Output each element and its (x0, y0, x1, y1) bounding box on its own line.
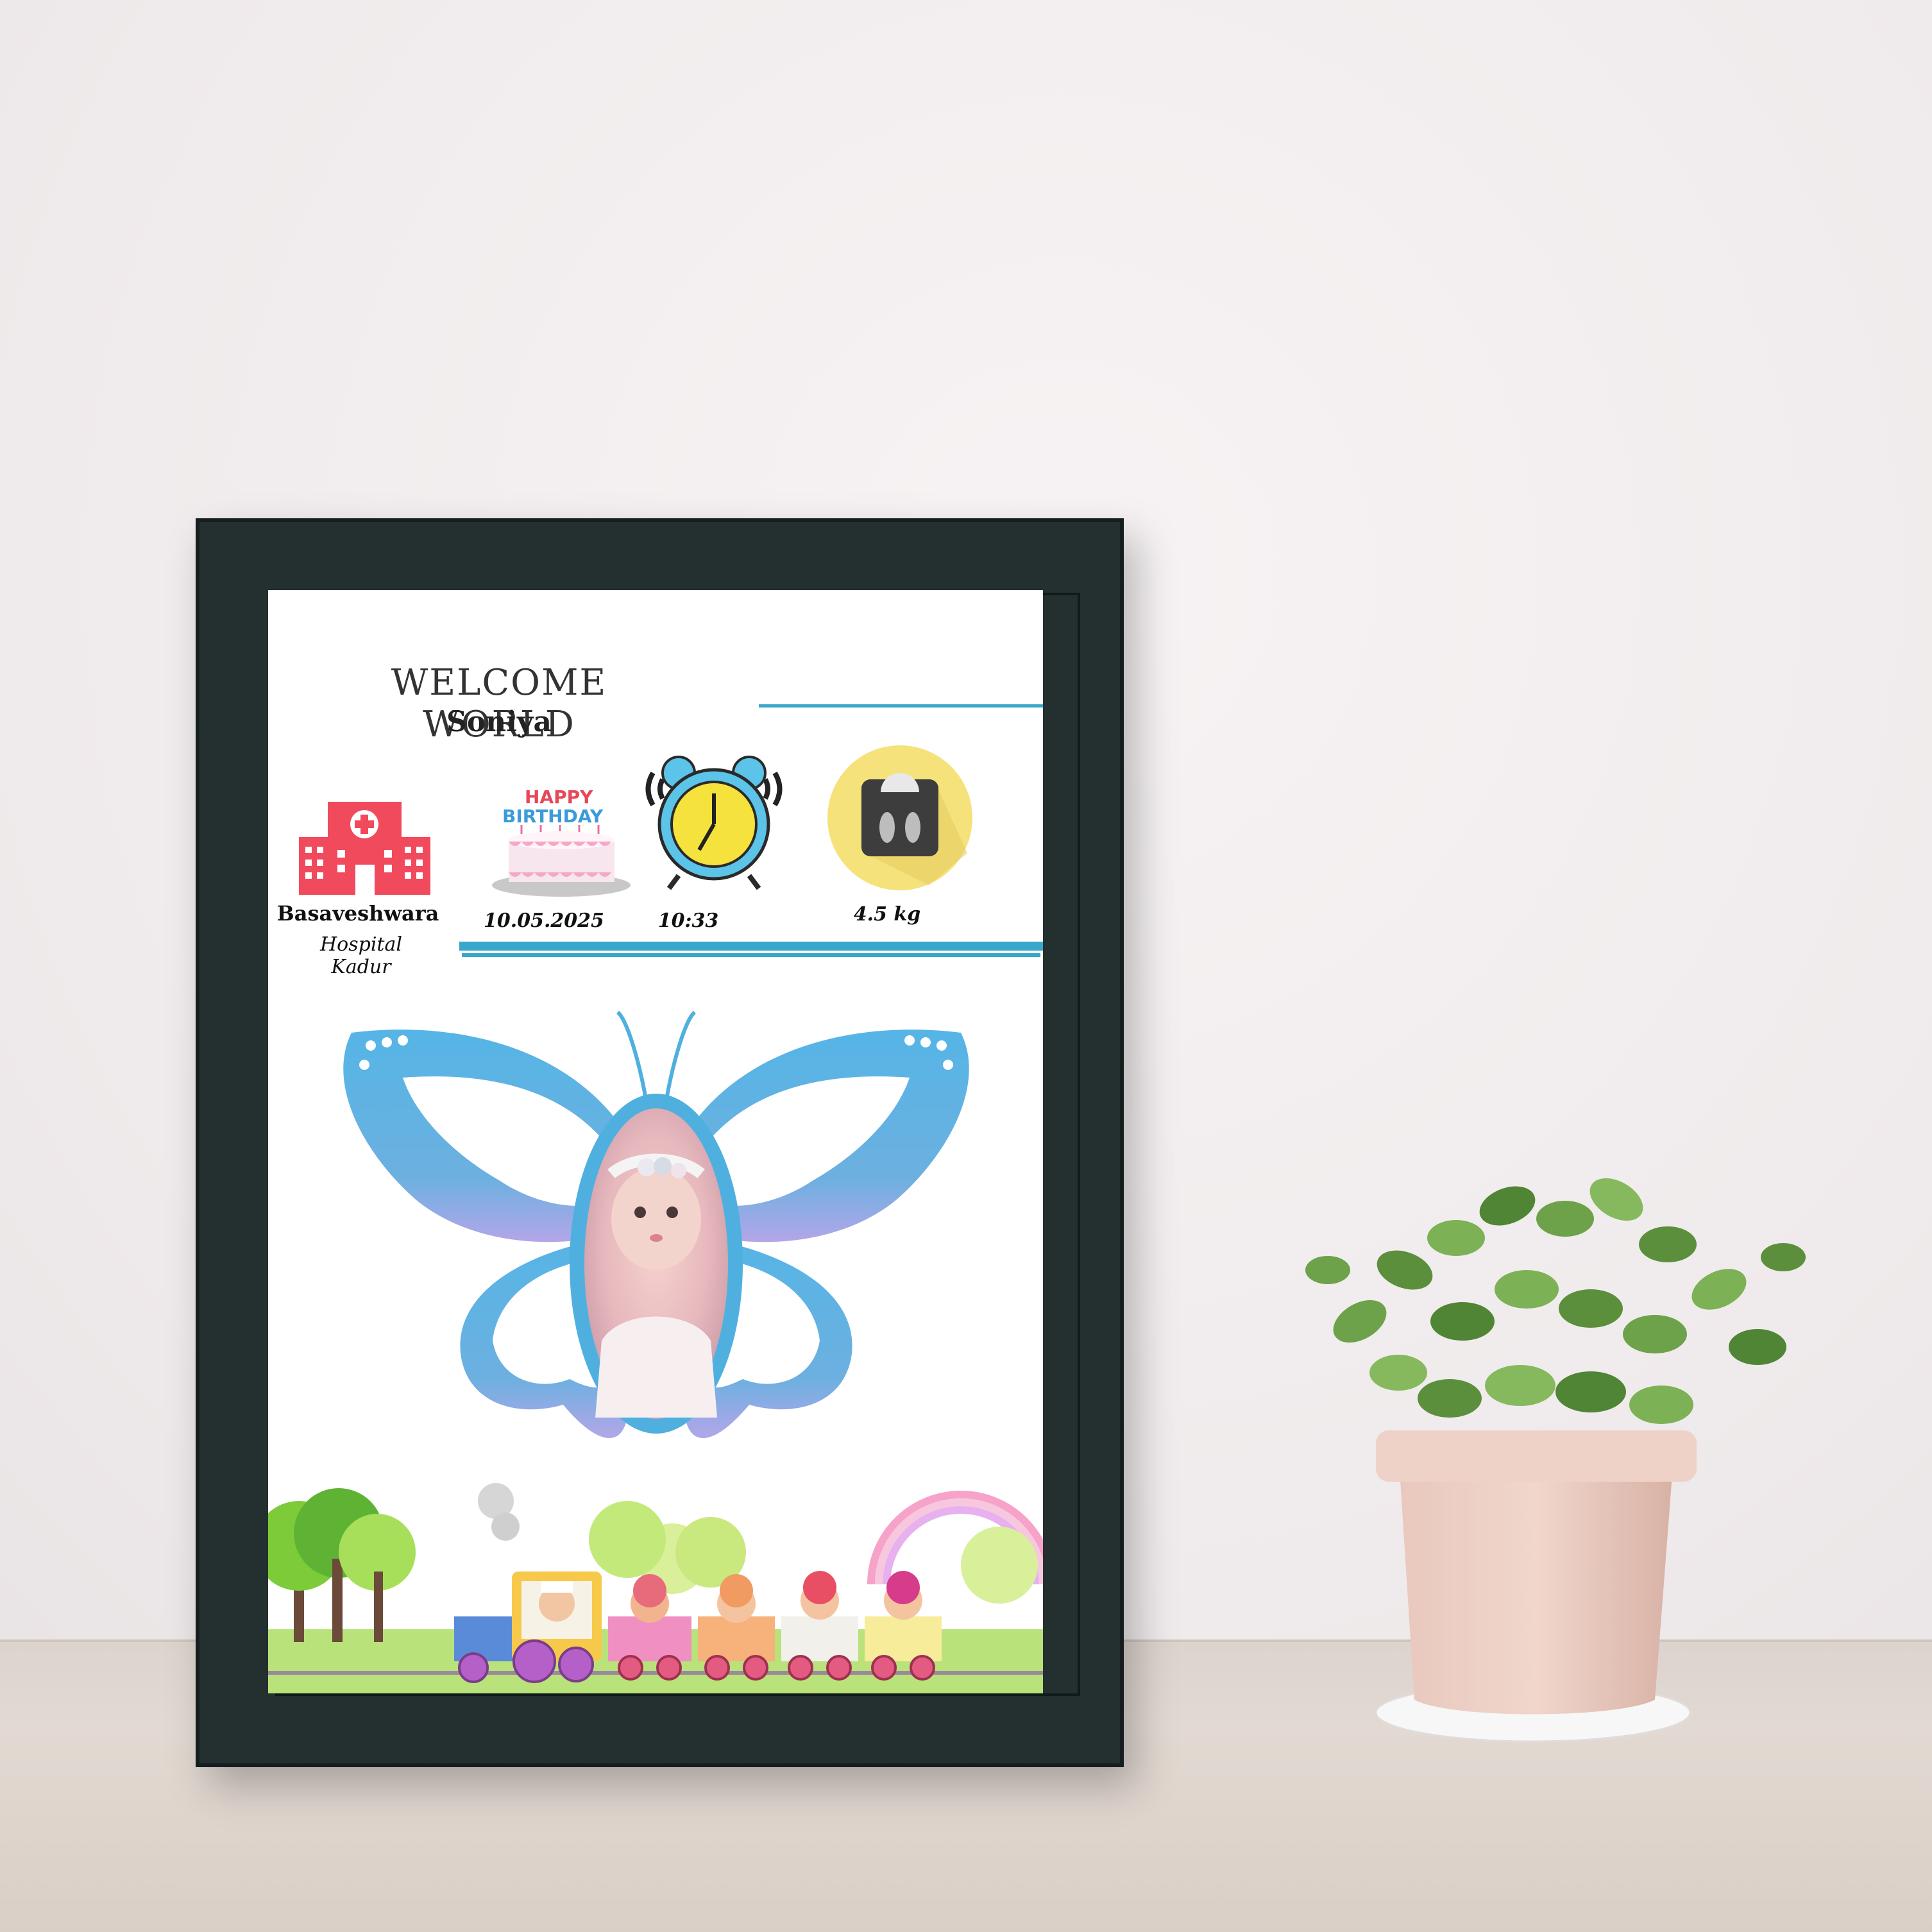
hospital-icon (299, 802, 430, 895)
potted-plant (1305, 1178, 1806, 1743)
train-scene (268, 1483, 1043, 1693)
birth-time: 10:33 (657, 910, 719, 932)
birth-certificate-print: WELCOME WORLD Soniya Basaveshwara Hospit… (268, 590, 1043, 1693)
birth-weight: 4.5 kg (853, 903, 921, 926)
divider-top (759, 704, 1043, 708)
divider-bottom (459, 942, 1043, 953)
birthday-cake-icon: HAPPY BIRTHDAY (492, 786, 631, 897)
weighing-scale-icon (827, 745, 972, 890)
alarm-clock-icon (645, 756, 783, 890)
svg-text:BIRTHDAY: BIRTHDAY (502, 806, 604, 827)
butterfly-photo-frame (343, 1010, 969, 1439)
baby-name: Soniya (446, 706, 552, 738)
hospital-name: Basaveshwara (276, 901, 439, 926)
svg-text:HAPPY: HAPPY (525, 786, 593, 808)
hospital-location: Hospital Kadur (320, 933, 402, 978)
birth-date: 10.05.2025 (484, 910, 604, 932)
